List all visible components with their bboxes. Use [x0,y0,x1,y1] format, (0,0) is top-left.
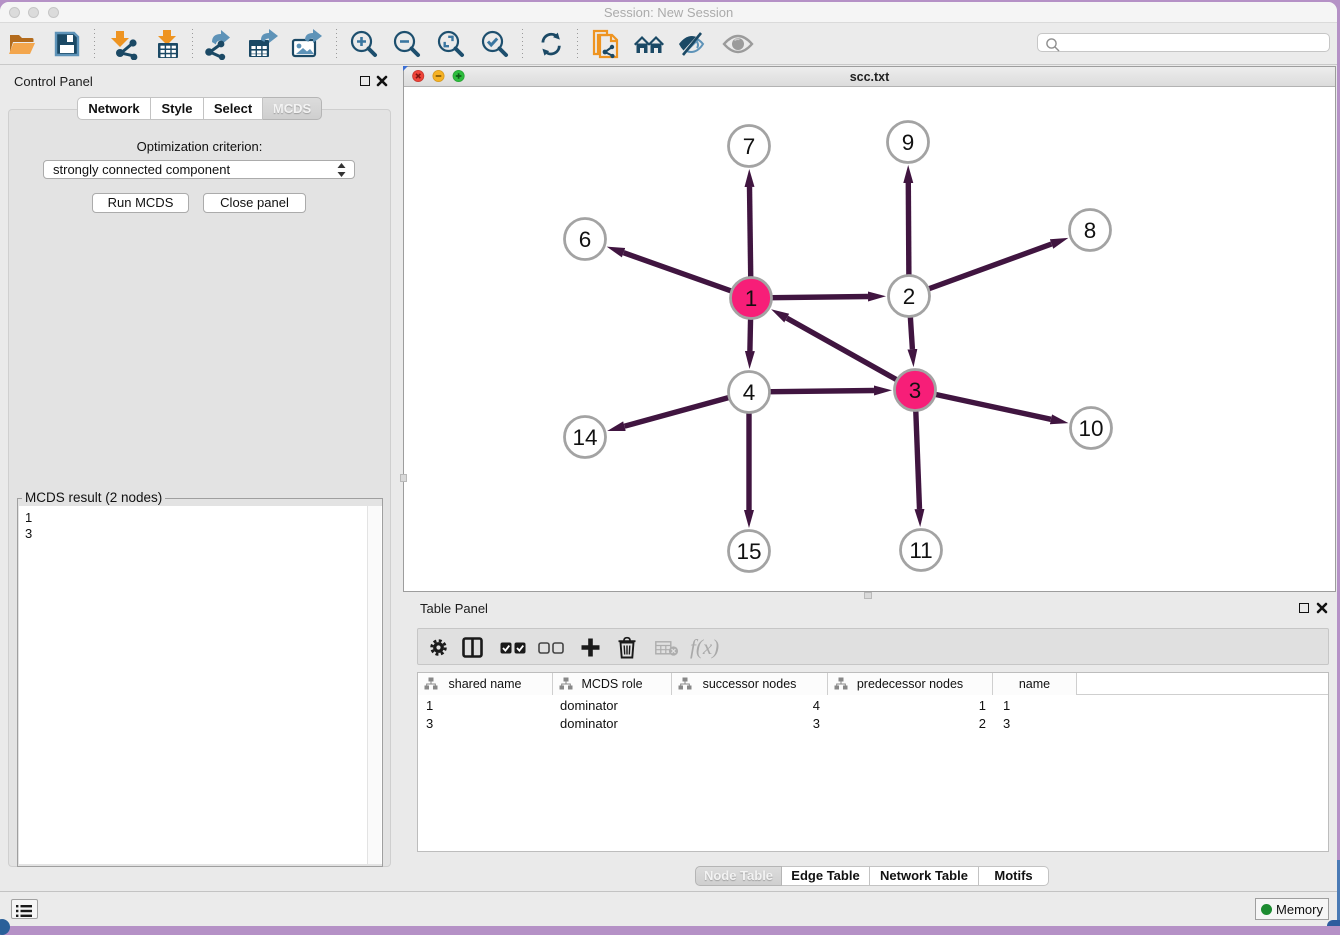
svg-text:11: 11 [909,538,932,563]
svg-text:9: 9 [902,130,915,155]
svg-text:8: 8 [1084,218,1097,243]
svg-text:6: 6 [579,227,592,252]
svg-text:15: 15 [736,539,761,564]
svg-text:10: 10 [1078,416,1103,441]
svg-text:4: 4 [743,380,756,405]
svg-text:1: 1 [745,286,758,311]
svg-text:14: 14 [572,425,597,450]
svg-text:7: 7 [743,134,756,159]
svg-text:3: 3 [909,378,922,403]
svg-text:2: 2 [903,284,916,309]
